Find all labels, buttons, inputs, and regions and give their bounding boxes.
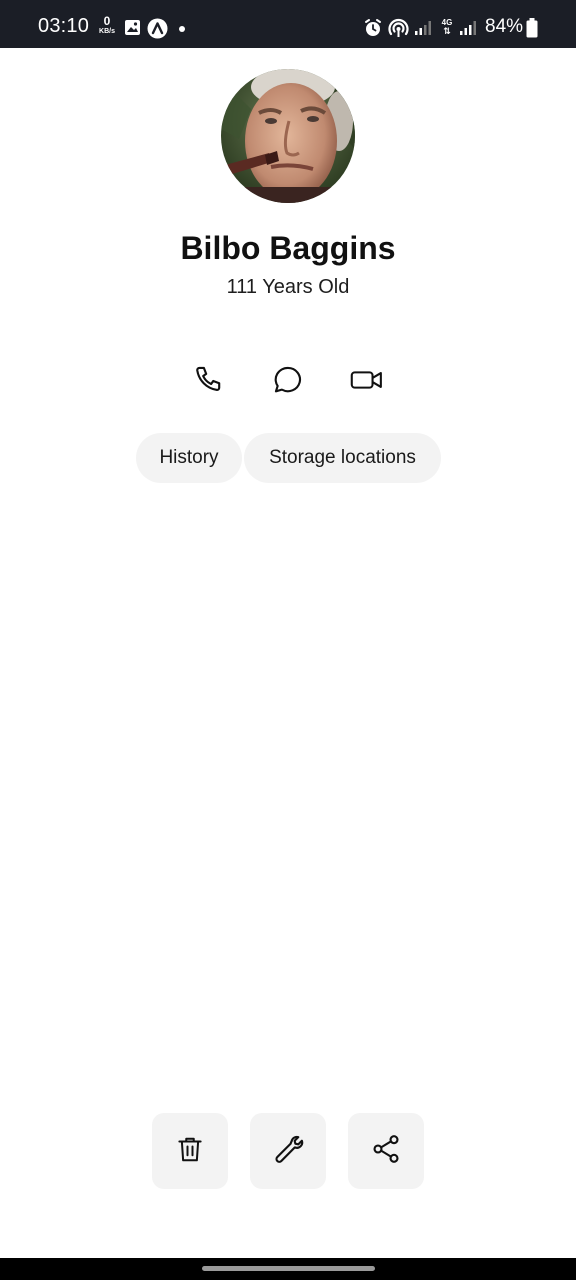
- call-button[interactable]: [190, 362, 230, 402]
- signal-icon: [414, 20, 432, 41]
- tab-storage-locations[interactable]: Storage locations: [244, 433, 441, 483]
- net-speed-value: 0: [103, 14, 111, 28]
- video-camera-icon: [349, 363, 385, 402]
- battery-percent: 84%: [485, 16, 524, 37]
- signal-icon: [459, 20, 477, 41]
- wrench-icon: [272, 1133, 304, 1170]
- gallery-icon: [124, 19, 141, 41]
- share-button[interactable]: [348, 1113, 424, 1189]
- home-gesture-handle[interactable]: [202, 1266, 375, 1271]
- phone-icon: [193, 363, 227, 402]
- video-call-button[interactable]: [347, 362, 387, 402]
- message-button[interactable]: [268, 362, 308, 402]
- 4g-icon: 4G ⇅: [441, 18, 453, 36]
- battery-icon: [526, 18, 538, 43]
- hotspot-icon: [388, 18, 409, 43]
- net-speed-unit: KB/s: [99, 28, 115, 35]
- tab-history[interactable]: History: [136, 433, 242, 483]
- edit-button[interactable]: [250, 1113, 326, 1189]
- avatar[interactable]: [221, 69, 355, 203]
- alarm-icon: [363, 18, 383, 43]
- contact-name: Bilbo Baggins: [180, 230, 396, 266]
- delete-button[interactable]: [152, 1113, 228, 1189]
- status-time: 03:10: [38, 15, 90, 37]
- notification-dot: [179, 26, 185, 32]
- trash-icon: [175, 1133, 205, 1170]
- app-a-icon: [147, 18, 168, 44]
- system-nav-bar: [0, 1258, 576, 1280]
- status-bar: 03:10 0 KB/s 4G ⇅ 84%: [0, 0, 576, 48]
- chat-bubble-icon: [271, 363, 305, 402]
- contact-age: 111 Years Old: [226, 276, 350, 298]
- share-icon: [370, 1133, 402, 1170]
- net-speed: 0 KB/s: [97, 14, 117, 36]
